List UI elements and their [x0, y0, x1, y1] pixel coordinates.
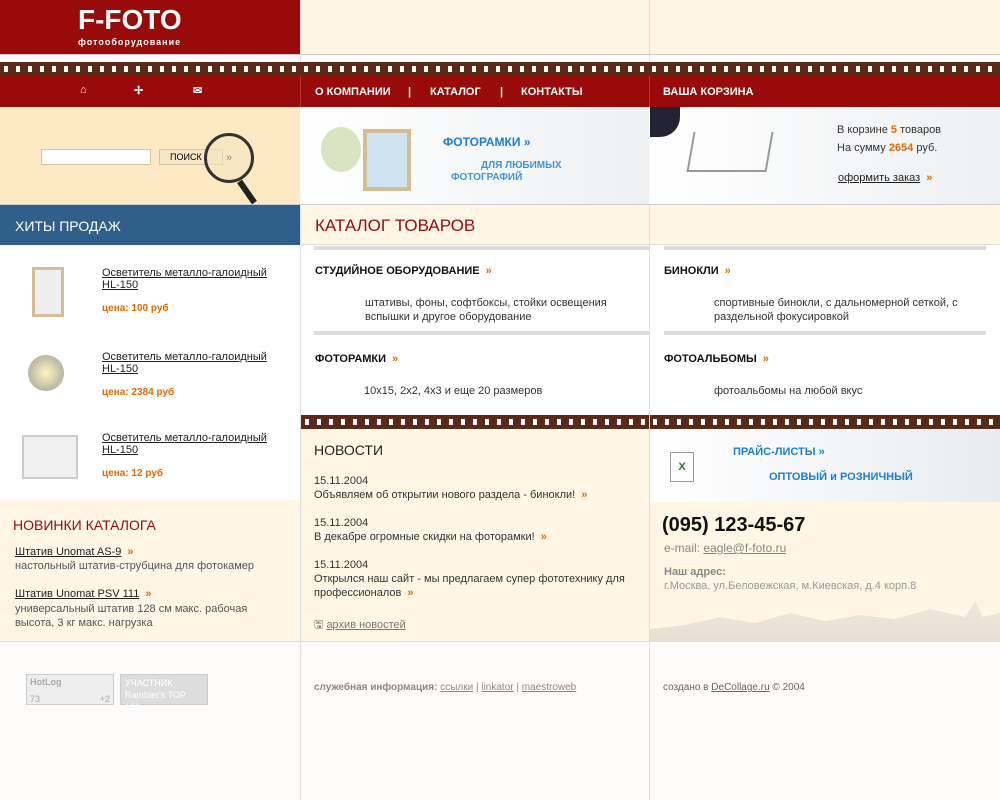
catalog-desc: спортивные бинокли, с дальномерной сетко… — [714, 297, 958, 323]
novelty-desc: универсальный штатив 128 см макс. рабоча… — [15, 603, 248, 629]
catalog-header: КАТАЛОГ ТОВАРОВ — [301, 205, 1000, 245]
floppy-icon: 🖫 — [314, 619, 324, 631]
cart-sum: 2654 — [888, 142, 914, 154]
catalog-title: КАТАЛОГ ТОВАРОВ — [315, 216, 476, 235]
hits-header: ХИТЫ ПРОДАЖ — [0, 205, 300, 245]
product-image-digital-frame — [22, 435, 78, 479]
banner-line1: ДЛЯ ЛЮБИМЫХ — [481, 160, 562, 171]
catalog-grid: СТУДИЙНОЕ ОБОРУДОВАНИЕ» штативы, фоны, с… — [301, 246, 1000, 416]
filmstrip-middle — [301, 415, 1000, 429]
phone-number: (095) 123-45-67 — [662, 514, 806, 536]
product-image-lamp — [28, 355, 64, 391]
news-more[interactable]: » — [407, 587, 413, 599]
cart-count: 5 — [890, 124, 898, 136]
catalog-item-frames[interactable]: ФОТОРАМКИ — [315, 353, 386, 365]
header-filler — [301, 0, 1000, 55]
address: г.Москва, ул.Беловежская, м.Киевская, д.… — [664, 580, 917, 592]
hit-price: цена: 100 руб — [102, 303, 169, 314]
hit-product-link[interactable]: Осветитель металло-галоидный HL-150 — [102, 432, 267, 456]
banner-line2: ФОТОГРАФИЙ — [451, 172, 523, 183]
catalog-desc: 10x15, 2x2, 4x3 и еще 20 размеров — [364, 385, 543, 397]
sitemap-icon[interactable]: ✢ — [134, 84, 143, 97]
flowers-image — [321, 127, 361, 172]
search-panel: ПОИСК » — [0, 107, 300, 205]
nav-company[interactable]: О КОМПАНИИ — [315, 86, 391, 98]
hotlog-label: HotLog — [30, 677, 62, 687]
hotlog-delta: +2 — [99, 694, 110, 704]
catalog-item-albums[interactable]: ФОТОАЛЬБОМЫ — [664, 353, 757, 365]
catalog-item-binoculars[interactable]: БИНОКЛИ — [664, 265, 719, 277]
created-prefix: создано в — [663, 682, 709, 693]
news-date: 15.11.2004 — [314, 475, 369, 487]
magnifier-icon[interactable]: » — [204, 133, 254, 183]
rambler-top100-badge[interactable]: УЧАСТНИК Rambler's TOP 100 — [120, 674, 208, 712]
hit-price: цена: 12 руб — [102, 468, 164, 479]
logo[interactable]: F-FOTO фотооборудование — [0, 0, 300, 55]
hit-price: цена: 2384 руб — [102, 387, 175, 398]
cart-panel: В корзине 5 товаров На сумму 2654 руб. о… — [650, 107, 1000, 205]
mail-icon[interactable]: ✉ — [193, 84, 202, 97]
novelty-link[interactable]: Штатив Unomat AS-9 — [15, 546, 121, 558]
contacts-panel: (095) 123-45-67 e-mail: eagle@f-foto.ru … — [650, 502, 1000, 641]
novelties-panel: НОВИНКИ КАТАЛОГА Штатив Unomat AS-9» нас… — [0, 500, 300, 641]
news-more[interactable]: » — [541, 531, 547, 543]
price-title: ПРАЙС-ЛИСТЫ » — [733, 446, 825, 458]
news-date: 15.11.2004 — [314, 517, 369, 529]
home-icon[interactable]: ⌂ — [80, 84, 87, 96]
news-more[interactable]: » — [581, 489, 587, 501]
hit-product-link[interactable]: Осветитель металло-галоидный HL-150 — [102, 267, 267, 291]
news-title: НОВОСТИ — [314, 442, 384, 458]
news-text: В декабре огромные скидки на фоторамки! — [314, 531, 535, 543]
price-list-banner[interactable]: X ПРАЙС-ЛИСТЫ » ОПТОВЫЙ и РОЗНИЧНЫЙ — [650, 430, 1000, 502]
news-text: Объявляем об открытии нового раздела - б… — [314, 489, 576, 501]
nav-cart[interactable]: ВАША КОРЗИНА — [663, 86, 754, 98]
logo-title: F-FOTO — [78, 4, 182, 35]
search-input[interactable] — [41, 149, 151, 165]
cart-count-prefix: В корзине — [837, 124, 888, 136]
email-link[interactable]: eagle@f-foto.ru — [703, 541, 786, 555]
checkout-link[interactable]: оформить заказ — [838, 172, 920, 184]
cart-sum-suffix: руб. — [916, 142, 938, 154]
hotlog-counter[interactable]: HotLog 73 +2 — [26, 674, 114, 705]
price-subtitle: ОПТОВЫЙ и РОЗНИЧНЫЙ — [769, 471, 913, 483]
novelties-title: НОВИНКИ КАТАЛОГА — [13, 517, 156, 533]
nav-bar: ⌂ ✢ ✉ О КОМПАНИИ | КАТАЛОГ | КОНТАКТЫ ВА… — [0, 76, 1000, 107]
logo-subtitle: фотооборудование — [78, 37, 182, 47]
product-image-frame — [32, 267, 64, 317]
nav-catalog[interactable]: КАТАЛОГ — [430, 86, 481, 98]
catalog-item-studio[interactable]: СТУДИЙНОЕ ОБОРУДОВАНИЕ — [315, 265, 480, 277]
shopping-cart-image — [686, 132, 774, 172]
news-text: Открылся наш сайт - мы предлагаем супер … — [314, 573, 625, 599]
nav-contacts[interactable]: КОНТАКТЫ — [521, 86, 583, 98]
banner-title: ФОТОРАМКИ » — [443, 135, 531, 149]
novelty-link[interactable]: Штатив Unomat PSV 111 — [15, 588, 139, 600]
news-date: 15.11.2004 — [314, 559, 369, 571]
cart-count-suffix: товаров — [900, 124, 942, 136]
copyright: © 2004 — [772, 682, 805, 693]
footer-link-links[interactable]: ссылки — [440, 682, 473, 693]
hotlog-count: 73 — [30, 694, 41, 704]
excel-icon: X — [670, 452, 694, 482]
cart-sum-prefix: На сумму — [837, 142, 886, 154]
footer-link-maestroweb[interactable]: maestroweb — [522, 682, 576, 693]
email-label: e-mail: — [664, 541, 701, 555]
catalog-desc: штативы, фоны, софтбоксы, стойки освещен… — [365, 297, 607, 323]
hits-title: ХИТЫ ПРОДАЖ — [15, 218, 121, 234]
news-archive-link[interactable]: архив новостей — [326, 619, 405, 631]
novelty-desc: настольный штатив-струбцина для фотокаме… — [15, 560, 255, 572]
frames-banner[interactable]: ФОТОРАМКИ » ДЛЯ ЛЮБИМЫХ ФОТОГРАФИЙ — [301, 107, 649, 205]
photo-frame-image — [363, 129, 411, 191]
hit-product-link[interactable]: Осветитель металло-галоидный HL-150 — [102, 351, 267, 375]
news-panel: НОВОСТИ 15.11.2004 Объявляем об открытии… — [301, 430, 649, 641]
city-skyline — [650, 601, 1000, 641]
hits-list: Осветитель металло-галоидный HL-150 цена… — [0, 245, 300, 500]
footer-link-linkator[interactable]: linkator — [481, 682, 513, 693]
catalog-desc: фотоальбомы на любой вкус — [714, 385, 863, 397]
filmstrip-top — [0, 62, 1000, 76]
address-label: Наш адрес: — [664, 566, 726, 578]
decollage-link[interactable]: DeCollage.ru — [711, 682, 769, 693]
service-info-label: служебная информация: — [314, 682, 438, 693]
